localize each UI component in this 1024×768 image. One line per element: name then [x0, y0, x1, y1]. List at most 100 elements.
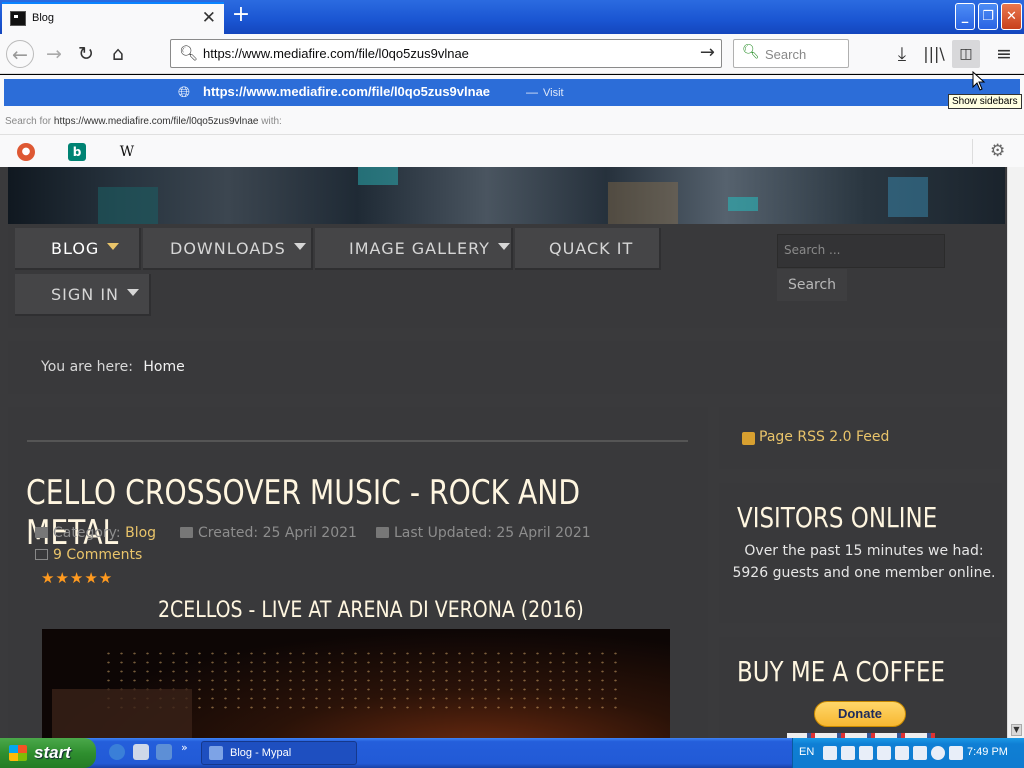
banner-detail: [728, 197, 758, 211]
clock: 7:49 PM: [967, 746, 1008, 758]
divider: [27, 440, 688, 442]
menu-item-sign-in[interactable]: SIGN IN: [15, 274, 151, 316]
close-window-button[interactable]: ✕: [1001, 3, 1022, 30]
menu-item-image-gallery[interactable]: IMAGE GALLERY: [315, 228, 513, 270]
comments-count: 9 Comments: [53, 547, 143, 563]
article-title[interactable]: CELLO CROSSOVER MUSIC - ROCK AND METAL: [26, 473, 592, 553]
search-bar[interactable]: 🔍︎ Search: [733, 39, 849, 68]
caret-down-icon: [127, 289, 140, 296]
sidebar-toggle-button[interactable]: ◫: [952, 40, 980, 68]
article-updated: Last Updated: 25 April 2021: [376, 525, 591, 541]
tab-title: Blog: [32, 12, 55, 24]
menu-item-quack-it[interactable]: QUACK IT: [515, 228, 661, 270]
rss-feed-link[interactable]: Page RSS 2.0 Feed: [759, 429, 889, 445]
menu-item-blog-label: BLOG: [51, 239, 100, 258]
search-for-line: Search for https://www.mediafire.com/fil…: [5, 116, 282, 127]
site-search-input[interactable]: Search ...: [777, 234, 945, 268]
folder-icon: [35, 527, 48, 538]
updated-date: Last Updated: 25 April 2021: [394, 525, 591, 541]
web-page: BLOG DOWNLOADS IMAGE GALLERY QUACK IT SI…: [0, 167, 1024, 738]
site-banner-image: [8, 167, 1005, 224]
taskbar-window-title: Blog - Mypal: [230, 747, 292, 759]
search-settings-gear-icon[interactable]: ⚙: [990, 141, 1005, 161]
scroll-down-arrow-icon[interactable]: ▼: [1011, 724, 1022, 736]
mypal-browser-icon: [209, 746, 223, 760]
help-icon[interactable]: [895, 746, 909, 760]
show-desktop-icon[interactable]: [156, 744, 172, 760]
address-bar-text[interactable]: https://www.mediafire.com/file/l0qo5zus9…: [203, 46, 469, 61]
tray-app-icon[interactable]: [913, 746, 927, 760]
menu-item-signin-label: SIGN IN: [51, 285, 120, 304]
category-link[interactable]: Blog: [125, 525, 156, 541]
address-bar[interactable]: 🔍︎ https://www.mediafire.com/file/l0qo5z…: [170, 39, 722, 68]
duckduckgo-icon[interactable]: ●: [17, 143, 35, 161]
menu-item-downloads-label: DOWNLOADS: [170, 239, 286, 258]
page-scrollbar[interactable]: ▼: [1007, 167, 1024, 738]
rss-icon: [742, 432, 755, 445]
download-icon[interactable]: ⤓: [888, 40, 916, 68]
reload-button[interactable]: ↻: [72, 40, 100, 68]
video-frame-detail: [52, 689, 192, 738]
comment-icon: [35, 549, 48, 560]
taskbar-window-blog[interactable]: Blog - Mypal: [201, 741, 357, 765]
tray-app-icon[interactable]: [859, 746, 873, 760]
forward-button[interactable]: →: [40, 40, 68, 68]
minimize-window-button[interactable]: _: [955, 3, 975, 30]
search-icon: 🔍︎: [179, 44, 199, 62]
search-for-term: https://www.mediafire.com/file/l0qo5zus9…: [53, 116, 259, 127]
tray-expand-icon[interactable]: [931, 746, 945, 760]
coffee-title: BUY ME A COFFEE: [737, 655, 946, 688]
visitors-text: Over the past 15 minutes we had: 5926 gu…: [732, 543, 996, 581]
menu-item-downloads[interactable]: DOWNLOADS: [143, 228, 313, 270]
comments-link[interactable]: 9 Comments: [35, 547, 142, 563]
search-bar-placeholder[interactable]: Search: [765, 47, 806, 62]
3d-box-icon[interactable]: [133, 744, 149, 760]
hamburger-menu-icon[interactable]: ≡: [990, 40, 1018, 68]
dropdown-visit-row[interactable]: 🌐︎ https://www.mediafire.com/file/l0qo5z…: [4, 79, 1020, 106]
one-click-search-engines: ● b W ⚙: [0, 134, 1024, 167]
star-rating[interactable]: ★★★★★: [41, 569, 113, 587]
banner-detail: [98, 187, 158, 224]
back-button[interactable]: ←: [6, 40, 34, 68]
dropdown-dash: —: [526, 85, 538, 99]
calendar-icon: [180, 527, 193, 538]
close-tab-icon[interactable]: ✕: [202, 8, 216, 28]
search-engine-icon[interactable]: 🔍︎: [742, 44, 760, 60]
language-indicator[interactable]: EN: [799, 746, 814, 758]
system-tray: EN 7:49 PM: [792, 738, 1024, 768]
caret-down-icon: [293, 243, 306, 250]
start-button[interactable]: start: [0, 738, 96, 768]
bing-icon[interactable]: b: [68, 143, 86, 161]
tray-app-icon[interactable]: [823, 746, 837, 760]
network-icon[interactable]: [949, 746, 963, 760]
created-date: Created: 25 April 2021: [198, 525, 357, 541]
visitors-online-panel: VISITORS ONLINE Over the past 15 minutes…: [719, 483, 1002, 623]
site-nav-panel: BLOG DOWNLOADS IMAGE GALLERY QUACK IT SI…: [8, 224, 1005, 328]
menu-item-blog[interactable]: BLOG: [15, 228, 141, 270]
tab-blog[interactable]: Blog ✕: [2, 2, 224, 34]
home-button[interactable]: ⌂: [104, 40, 132, 68]
breadcrumb-home-link[interactable]: Home: [143, 359, 184, 375]
article-category: Category: Blog: [35, 525, 156, 541]
visitors-title: VISITORS ONLINE: [737, 501, 938, 534]
url-dropdown: 🌐︎ https://www.mediafire.com/file/l0qo5z…: [0, 75, 1024, 167]
category-label: Category:: [53, 525, 121, 541]
internet-explorer-icon[interactable]: [109, 744, 125, 760]
restore-window-button[interactable]: ❐: [978, 3, 998, 30]
donate-button[interactable]: Donate: [814, 701, 906, 727]
video-player[interactable]: [42, 629, 670, 738]
title-bar: Blog ✕ + _ ❐ ✕: [0, 0, 1024, 34]
menu-item-quack-label: QUACK IT: [549, 239, 634, 258]
banner-detail: [888, 177, 928, 217]
rss-panel: Page RSS 2.0 Feed: [719, 407, 1002, 469]
site-search-button[interactable]: Search: [777, 269, 847, 301]
taskbar: start » Blog - Mypal EN 7:49 PM: [0, 738, 1024, 768]
quicklaunch-more-icon[interactable]: »: [181, 741, 188, 754]
go-arrow-icon[interactable]: →: [700, 42, 715, 63]
tooltip-show-sidebars: Show sidebars: [948, 94, 1022, 109]
wikipedia-icon[interactable]: W: [118, 143, 136, 161]
library-icon[interactable]: |||\: [920, 40, 948, 68]
new-tab-button[interactable]: +: [228, 3, 254, 29]
tray-app-icon[interactable]: [841, 746, 855, 760]
tray-app-icon[interactable]: [877, 746, 891, 760]
